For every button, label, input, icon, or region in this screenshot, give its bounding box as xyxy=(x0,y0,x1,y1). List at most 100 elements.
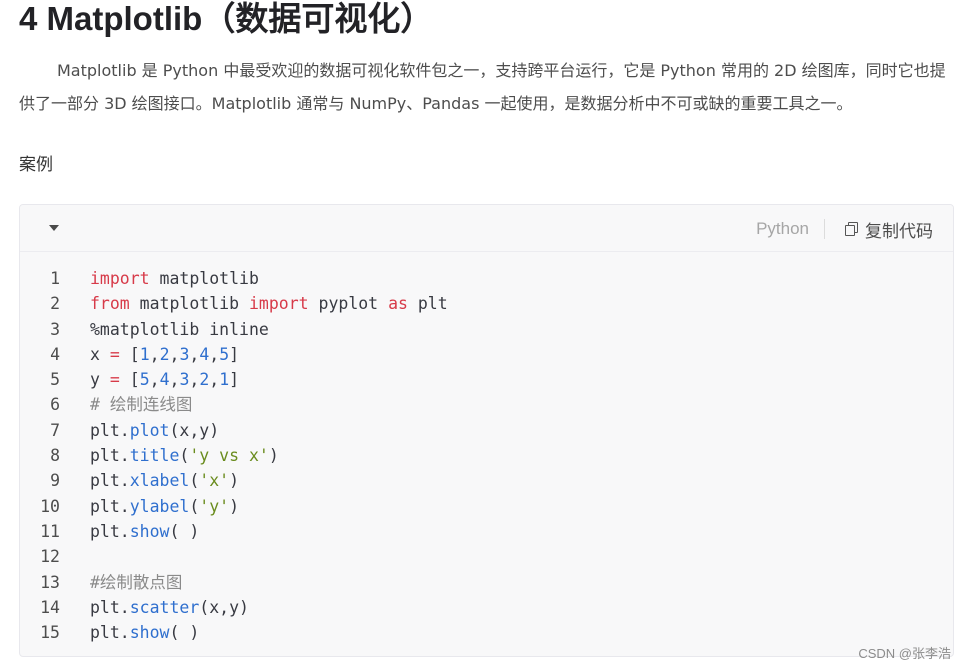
code-token: , xyxy=(169,344,180,364)
code-token: = xyxy=(109,370,120,390)
code-token: plt. xyxy=(90,597,130,617)
code-token: plt. xyxy=(90,446,130,466)
code-token: , xyxy=(169,370,180,390)
code-token: (x,y) xyxy=(199,597,249,617)
code-token: ) xyxy=(229,496,240,516)
code-line: 3 %matplotlib inline xyxy=(20,317,953,342)
line-number: 14 xyxy=(40,597,60,617)
line-code: plt.xlabel('x') xyxy=(90,468,239,493)
code-token: x xyxy=(90,344,110,364)
code-line: 13 #绘制散点图 xyxy=(20,570,953,595)
code-token: plt. xyxy=(90,623,130,643)
code-line: 4x = [1,2,3,4,5] xyxy=(20,342,953,367)
code-token: ( xyxy=(179,446,190,466)
code-line: 6 # 绘制连线图 xyxy=(20,392,953,417)
code-token: #绘制散点图 xyxy=(90,572,183,592)
line-number: 11 xyxy=(40,521,60,541)
line-code: y = [5,4,3,2,1] xyxy=(90,367,239,392)
code-block: Python 复制代码 1 import matplotlib 2 from matp… xyxy=(19,204,954,657)
code-token: 'y vs x' xyxy=(189,446,269,466)
code-token: %matplotlib inline xyxy=(90,319,269,339)
code-token: 'y' xyxy=(199,496,230,516)
line-number: 10 xyxy=(40,496,60,516)
code-language-label: Python xyxy=(756,219,809,238)
code-token: 1 xyxy=(139,344,150,364)
code-token: scatter xyxy=(129,597,200,617)
code-token: title xyxy=(129,446,180,466)
code-token: 2 xyxy=(159,344,170,364)
code-token: pyplot xyxy=(308,294,389,314)
code-line: 1 import matplotlib xyxy=(20,266,953,291)
code-token: ( xyxy=(189,471,200,491)
code-body[interactable]: 1 import matplotlib 2 from matplotlib impor… xyxy=(20,252,953,645)
line-number: 1 xyxy=(50,269,60,288)
line-code: #绘制散点图 xyxy=(90,570,182,595)
code-token: ] xyxy=(229,344,240,364)
caret-down-icon[interactable] xyxy=(49,225,59,231)
code-token: y xyxy=(90,370,110,390)
code-token: # 绘制连线图 xyxy=(90,395,193,415)
code-token: matplotlib xyxy=(129,294,249,314)
code-line: 15 plt.show( ) xyxy=(20,620,953,645)
code-token: [ xyxy=(119,344,140,364)
line-number: 13 xyxy=(40,572,60,592)
line-number: 6 xyxy=(50,395,60,415)
line-number: 5 xyxy=(50,370,60,390)
code-token: 4 xyxy=(199,344,210,364)
code-token: , xyxy=(149,344,160,364)
code-token: ] xyxy=(229,370,240,390)
copy-code-button[interactable]: 复制代码 xyxy=(845,217,933,242)
code-line: 8 plt.title('y vs x') xyxy=(20,443,953,468)
copy-icon xyxy=(845,222,859,236)
code-token: import xyxy=(90,269,150,288)
code-token: ( ) xyxy=(169,521,200,541)
line-number: 2 xyxy=(50,294,60,314)
code-token: plt. xyxy=(90,471,130,491)
code-token: 3 xyxy=(179,370,190,390)
code-token: 1 xyxy=(219,370,230,390)
page-title: 4 Matplotlib（数据可视化） xyxy=(19,0,434,37)
code-token: plt. xyxy=(90,496,130,516)
code-token: 3 xyxy=(179,344,190,364)
header-divider xyxy=(824,219,825,239)
line-number: 3 xyxy=(50,319,60,339)
code-line: 12 xyxy=(20,544,953,569)
copy-code-label: 复制代码 xyxy=(865,221,933,242)
code-token: ( ) xyxy=(169,623,200,643)
code-token: matplotlib xyxy=(149,269,259,288)
code-token: ) xyxy=(268,446,279,466)
line-code: plt.plot(x,y) xyxy=(90,418,219,443)
code-token: , xyxy=(209,344,220,364)
line-code: import matplotlib xyxy=(90,266,259,291)
code-token: as xyxy=(388,294,408,314)
code-token: (x,y) xyxy=(169,420,220,440)
line-code: plt.ylabel('y') xyxy=(90,494,239,519)
code-header: Python 复制代码 xyxy=(20,205,953,252)
code-token: ( xyxy=(189,496,200,516)
line-code: plt.scatter(x,y) xyxy=(90,595,249,620)
line-code: plt.show( ) xyxy=(90,620,199,645)
code-token: , xyxy=(149,370,160,390)
code-line: 11 plt.show( ) xyxy=(20,519,953,544)
line-number: 7 xyxy=(50,420,60,440)
line-code: plt.title('y vs x') xyxy=(90,443,279,468)
code-token: 'x' xyxy=(199,471,230,491)
line-code: # 绘制连线图 xyxy=(90,392,192,417)
line-code: from matplotlib import pyplot as plt xyxy=(90,291,448,316)
code-token: plt. xyxy=(90,521,130,541)
code-token: 5 xyxy=(139,370,150,390)
line-number: 9 xyxy=(50,471,60,491)
code-token: plt. xyxy=(90,420,130,440)
code-line: 5y = [5,4,3,2,1] xyxy=(20,367,953,392)
code-token: ) xyxy=(229,471,240,491)
line-code: x = [1,2,3,4,5] xyxy=(90,342,239,367)
code-token: plt xyxy=(407,294,448,314)
code-token: import xyxy=(248,294,309,314)
code-token: show xyxy=(129,521,170,541)
code-token: , xyxy=(189,370,200,390)
code-token: plot xyxy=(129,420,170,440)
code-token: 5 xyxy=(219,344,230,364)
code-line: 9 plt.xlabel('x') xyxy=(20,468,953,493)
code-line: 7 plt.plot(x,y) xyxy=(20,418,953,443)
line-code: %matplotlib inline xyxy=(90,317,269,342)
